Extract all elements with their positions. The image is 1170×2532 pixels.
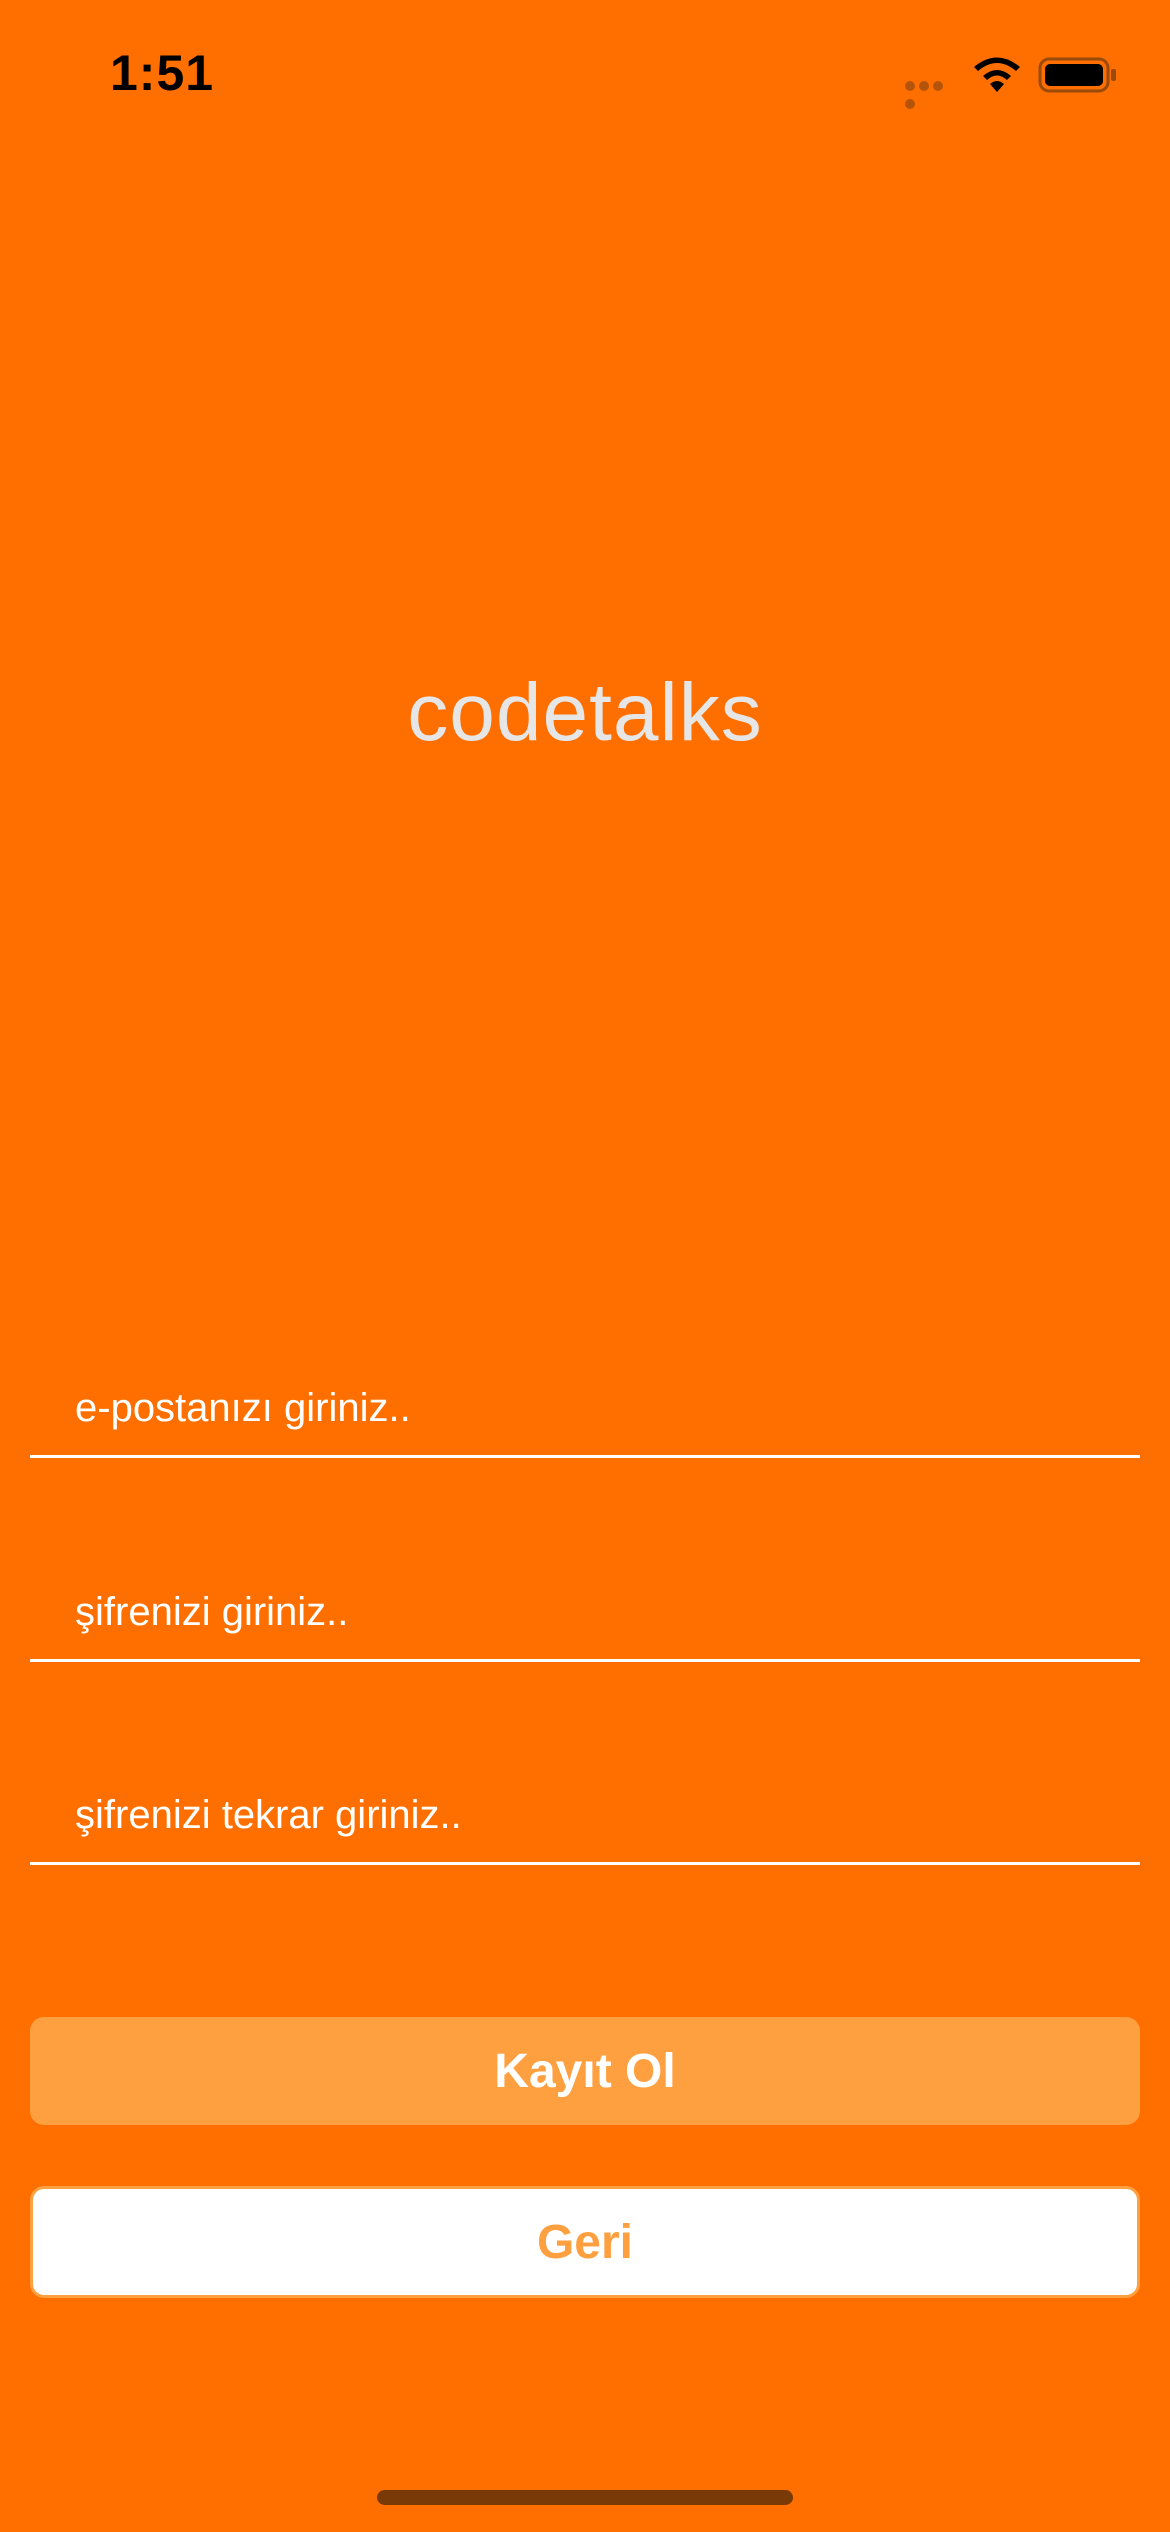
- status-bar: 1:51: [0, 0, 1170, 150]
- app-title: codetalks: [407, 667, 763, 758]
- signal-icon: [905, 78, 959, 109]
- status-time: 1:51: [110, 45, 215, 101]
- password-repeat-field: [30, 1765, 1140, 1865]
- wifi-icon: [970, 52, 1024, 94]
- password-input[interactable]: [75, 1562, 1115, 1662]
- password-repeat-input[interactable]: [75, 1765, 1115, 1865]
- register-button[interactable]: Kayıt Ol: [30, 2017, 1140, 2125]
- password-field: [30, 1562, 1140, 1662]
- battery-icon: [1038, 56, 1118, 94]
- email-input[interactable]: [75, 1358, 1115, 1458]
- home-indicator[interactable]: [377, 2490, 793, 2505]
- email-field: [30, 1358, 1140, 1458]
- back-button[interactable]: Geri: [30, 2186, 1140, 2298]
